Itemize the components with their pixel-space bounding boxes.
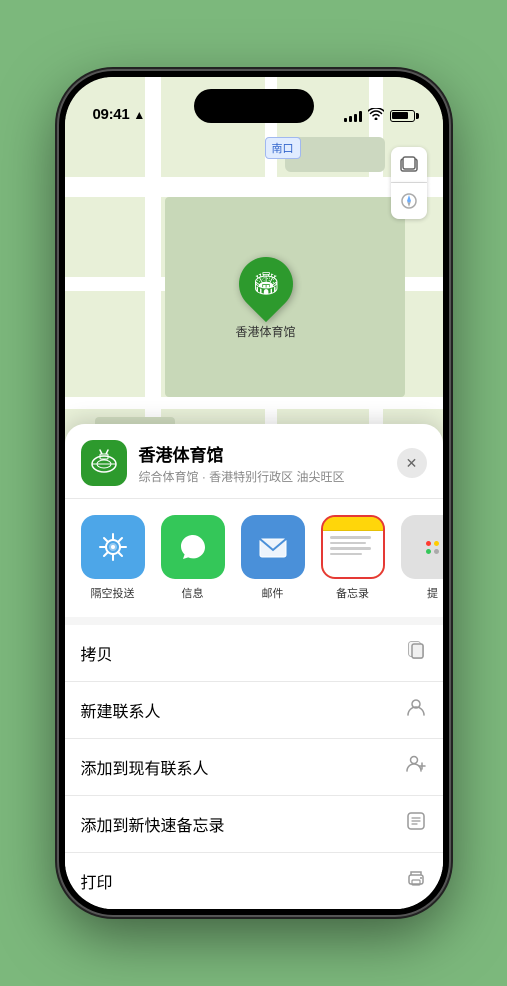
notes-label: 备忘录 bbox=[336, 585, 369, 601]
signal-bar-4 bbox=[359, 111, 362, 122]
battery-icon bbox=[390, 110, 415, 122]
dots-grid bbox=[426, 541, 439, 554]
status-icons bbox=[344, 108, 415, 123]
more-icon bbox=[401, 515, 443, 579]
map-layers-button[interactable] bbox=[391, 147, 427, 183]
action-new-contact[interactable]: 新建联系人 bbox=[65, 682, 443, 739]
dot-red bbox=[426, 541, 431, 546]
copy-icon bbox=[405, 639, 427, 667]
battery-fill bbox=[392, 112, 408, 119]
share-item-messages[interactable]: 信息 bbox=[161, 515, 225, 601]
dynamic-island bbox=[194, 89, 314, 123]
action-copy[interactable]: 拷贝 bbox=[65, 625, 443, 682]
share-item-airdrop[interactable]: 隔空投送 bbox=[81, 515, 145, 601]
compass-button[interactable] bbox=[391, 183, 427, 219]
action-copy-label: 拷贝 bbox=[81, 641, 113, 665]
venue-icon bbox=[81, 440, 127, 486]
map-road bbox=[65, 177, 443, 197]
marker-label: 香港体育馆 bbox=[235, 323, 295, 340]
map-road bbox=[65, 397, 443, 409]
action-new-contact-label: 新建联系人 bbox=[81, 698, 161, 722]
signal-bar-1 bbox=[344, 118, 347, 122]
signal-bar-2 bbox=[349, 116, 352, 122]
share-item-mail[interactable]: 邮件 bbox=[241, 515, 305, 601]
bottom-sheet: 香港体育馆 综合体育馆 · 香港特别行政区 油尖旺区 ✕ bbox=[65, 424, 443, 909]
more-label: 提 bbox=[427, 585, 438, 601]
action-add-existing[interactable]: 添加到现有联系人 bbox=[65, 739, 443, 796]
action-quick-note[interactable]: 添加到新快速备忘录 bbox=[65, 796, 443, 853]
phone-screen: 09:41 ▲ bbox=[65, 77, 443, 909]
action-quick-note-label: 添加到新快速备忘录 bbox=[81, 812, 225, 836]
venue-info: 香港体育馆 综合体育馆 · 香港特别行政区 油尖旺区 bbox=[139, 441, 385, 485]
sheet-header: 香港体育馆 综合体育馆 · 香港特别行政区 油尖旺区 ✕ bbox=[65, 424, 443, 499]
print-icon bbox=[405, 867, 427, 895]
share-row: 隔空投送 信息 bbox=[65, 499, 443, 617]
dot-green bbox=[426, 549, 431, 554]
action-list: 拷贝 新建联系人 bbox=[65, 625, 443, 909]
notes-icon bbox=[321, 515, 385, 579]
messages-icon bbox=[161, 515, 225, 579]
location-marker: 🏟 香港体育馆 bbox=[235, 257, 295, 340]
mail-label: 邮件 bbox=[262, 585, 284, 601]
action-print-label: 打印 bbox=[81, 869, 113, 893]
dot-gray bbox=[434, 549, 439, 554]
location-arrow-icon: ▲ bbox=[133, 108, 145, 122]
signal-bar-3 bbox=[354, 114, 357, 122]
airdrop-icon bbox=[81, 515, 145, 579]
venue-desc: 综合体育馆 · 香港特别行政区 油尖旺区 bbox=[139, 468, 385, 485]
action-add-existing-label: 添加到现有联系人 bbox=[81, 755, 209, 779]
wifi-icon bbox=[368, 108, 384, 123]
map-entrance-label: 南口 bbox=[265, 137, 301, 159]
close-button[interactable]: ✕ bbox=[397, 448, 427, 478]
signal-bars bbox=[344, 110, 362, 122]
action-print[interactable]: 打印 bbox=[65, 853, 443, 909]
share-item-more[interactable]: 提 bbox=[401, 515, 443, 601]
airdrop-label: 隔空投送 bbox=[91, 585, 135, 601]
venue-marker-icon: 🏟 bbox=[252, 271, 280, 297]
mail-icon bbox=[241, 515, 305, 579]
messages-label: 信息 bbox=[182, 585, 204, 601]
dot-yellow bbox=[434, 541, 439, 546]
marker-pin: 🏟 bbox=[227, 246, 303, 322]
new-contact-icon bbox=[405, 696, 427, 724]
phone-frame: 09:41 ▲ bbox=[59, 71, 449, 915]
share-item-notes[interactable]: 备忘录 bbox=[321, 515, 385, 601]
venue-name: 香港体育馆 bbox=[139, 441, 385, 466]
add-contact-icon bbox=[405, 753, 427, 781]
quick-note-icon bbox=[405, 810, 427, 838]
map-controls bbox=[391, 147, 427, 219]
status-time: 09:41 bbox=[93, 106, 130, 123]
